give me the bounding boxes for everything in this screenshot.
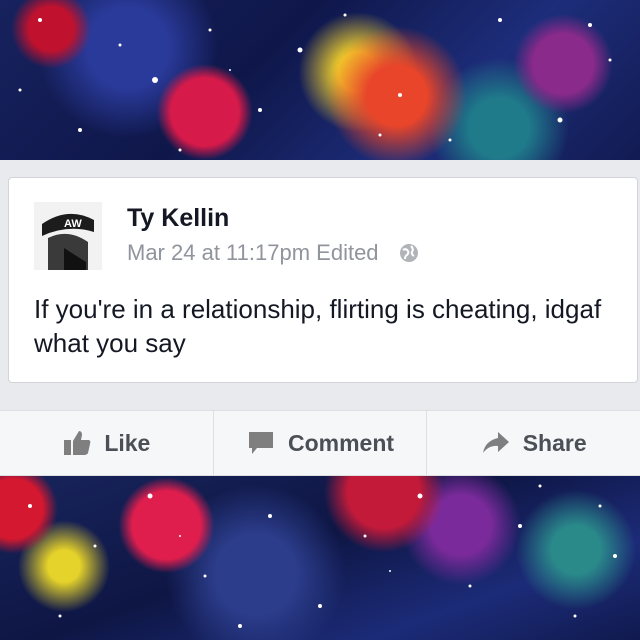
comment-button[interactable]: Comment	[214, 411, 428, 475]
post-card: AW Ty Kellin Mar 24 at 11:17pm Edited If…	[8, 177, 638, 383]
stars-decoration-top	[18, 13, 612, 152]
galaxy-background-bottom	[0, 476, 640, 640]
author-avatar[interactable]: AW	[34, 202, 102, 270]
globe-icon[interactable]	[399, 243, 419, 263]
post-timestamp[interactable]: Mar 24 at 11:17pm	[127, 240, 310, 265]
edited-label[interactable]: Edited	[316, 240, 378, 265]
stars-decoration-bottom	[28, 484, 617, 628]
like-label: Like	[104, 429, 151, 456]
action-bar: Like Comment Share	[0, 410, 640, 476]
thumbs-up-icon	[64, 431, 91, 455]
share-label: Share	[522, 429, 587, 456]
post-meta: Mar 24 at 11:17pm Edited	[127, 240, 419, 266]
share-button[interactable]: Share	[427, 411, 640, 475]
galaxy-background-top	[0, 0, 640, 160]
share-icon	[482, 432, 509, 453]
svg-text:AW: AW	[64, 218, 82, 230]
post-text: If you're in a relationship, flirting is…	[34, 294, 602, 358]
comment-label: Comment	[287, 429, 395, 456]
comment-icon	[248, 432, 273, 454]
author-name[interactable]: Ty Kellin	[127, 204, 229, 233]
like-button[interactable]: Like	[0, 411, 214, 475]
